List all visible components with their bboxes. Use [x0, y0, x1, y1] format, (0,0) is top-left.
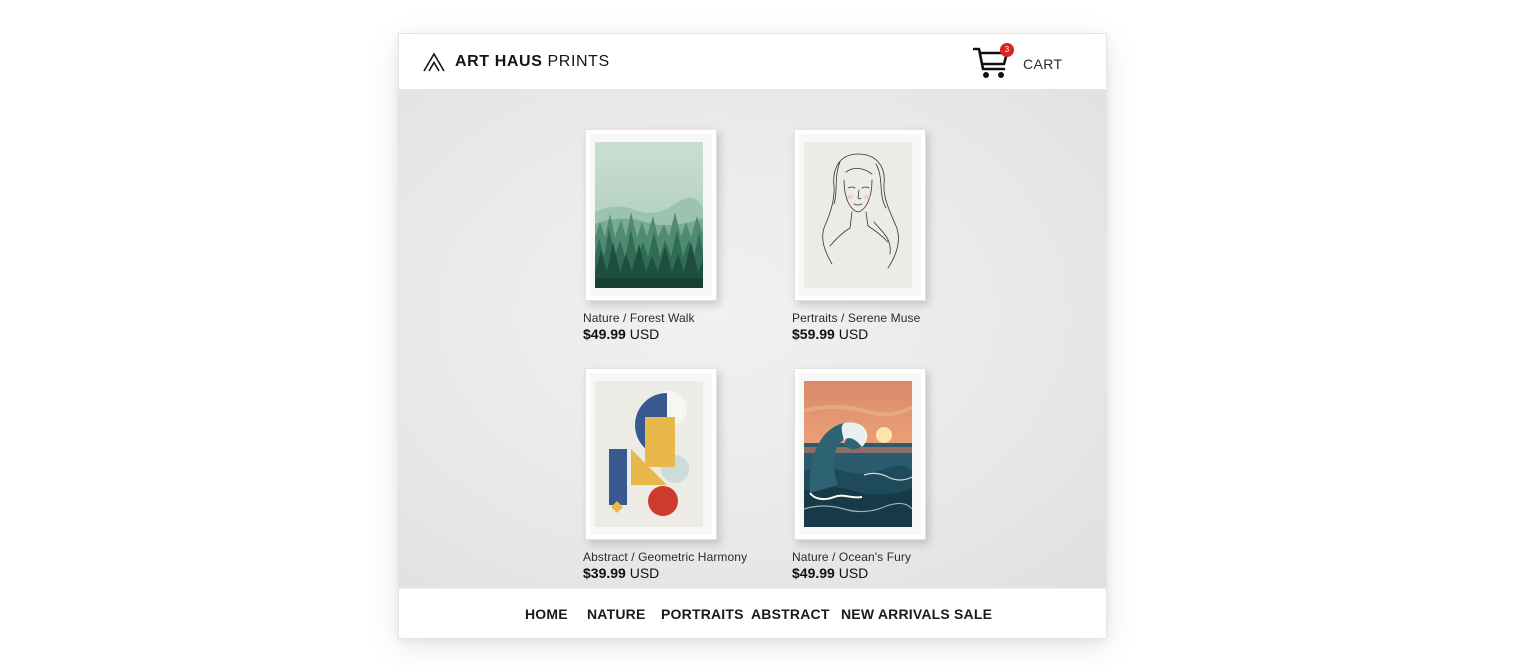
mountain-logo-icon: [423, 52, 445, 72]
product-card[interactable]: Nature / Forest Walk $49.99 USD: [583, 129, 753, 349]
product-price: $39.99 USD: [583, 565, 659, 581]
shopping-cart-icon: 3: [972, 43, 1014, 81]
artwork-forest: [595, 142, 703, 288]
brand-name-bold: ART HAUS: [455, 53, 543, 70]
brand-name: ART HAUS PRINTS: [455, 53, 610, 71]
price-currency: USD: [838, 326, 869, 342]
product-price: $59.99 USD: [792, 326, 868, 342]
product-card[interactable]: Pertraits / Serene Muse $59.99 USD: [792, 129, 962, 349]
cart-count-badge: 3: [1000, 43, 1014, 57]
nav-item-abstract[interactable]: ABSTRACT: [751, 606, 830, 622]
nav-item-home[interactable]: HOME: [525, 606, 568, 622]
brand-logo[interactable]: ART HAUS PRINTS: [423, 51, 610, 73]
product-card[interactable]: Abstract / Geometric Harmony $39.99 USD: [583, 368, 753, 588]
product-price: $49.99 USD: [792, 565, 868, 581]
product-frame[interactable]: [585, 129, 717, 301]
price-amount: $39.99: [583, 565, 626, 581]
product-gallery: Nature / Forest Walk $49.99 USD Pertrait…: [399, 89, 1106, 588]
product-frame[interactable]: [794, 129, 926, 301]
artwork-abstract: [595, 381, 703, 527]
product-caption[interactable]: Pertraits / Serene Muse: [792, 311, 920, 325]
product-card[interactable]: Nature / Ocean's Fury $49.99 USD: [792, 368, 962, 588]
category-nav: HOME NATURE PORTRAITS ABSTRACT NEW ARRIV…: [399, 588, 1106, 638]
brand-name-light: PRINTS: [547, 53, 610, 70]
site-header: ART HAUS PRINTS 3 CART: [399, 34, 1106, 89]
artwork-wave: [804, 381, 912, 527]
product-caption[interactable]: Nature / Forest Walk: [583, 311, 695, 325]
price-amount: $59.99: [792, 326, 835, 342]
price-amount: $49.99: [583, 326, 626, 342]
nav-item-portraits[interactable]: PORTRAITS: [661, 606, 744, 622]
product-price: $49.99 USD: [583, 326, 659, 342]
product-frame[interactable]: [585, 368, 717, 540]
cart-label: CART: [1023, 56, 1063, 72]
artwork-portrait: [804, 142, 912, 288]
cart-button[interactable]: 3 CART: [972, 42, 1063, 82]
price-currency: USD: [838, 565, 869, 581]
storefront-window: ART HAUS PRINTS 3 CART Nature / Forest W…: [398, 33, 1107, 639]
price-currency: USD: [629, 326, 660, 342]
nav-item-nature[interactable]: NATURE: [587, 606, 646, 622]
nav-item-new-arrivals[interactable]: NEW ARRIVALS: [841, 606, 950, 622]
product-frame[interactable]: [794, 368, 926, 540]
product-caption[interactable]: Abstract / Geometric Harmony: [583, 550, 747, 564]
product-caption[interactable]: Nature / Ocean's Fury: [792, 550, 911, 564]
price-currency: USD: [629, 565, 660, 581]
nav-item-sale[interactable]: SALE: [954, 606, 992, 622]
price-amount: $49.99: [792, 565, 835, 581]
